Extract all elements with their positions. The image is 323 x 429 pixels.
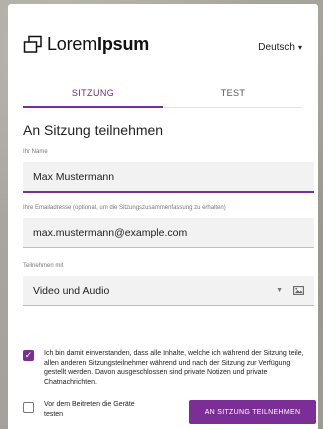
mode-value: Video und Audio <box>33 284 110 297</box>
tab-test[interactable]: TEST <box>163 82 303 107</box>
logo-text: LoremIpsum <box>47 34 150 54</box>
check-icon: ✓ <box>24 350 33 360</box>
name-value: Max Mustermann <box>33 170 115 183</box>
consent-checkbox[interactable]: ✓ <box>23 350 34 361</box>
email-label: Ihre Emailadresse (optional, um die Sitz… <box>23 205 226 211</box>
language-label: Deutsch <box>258 42 295 53</box>
name-label: Ihr Name <box>23 149 48 155</box>
chevron-down-icon: ▼ <box>276 287 283 294</box>
image-icon[interactable] <box>293 286 304 295</box>
join-session-button[interactable]: AN SITZUNG TEILNEHMEN <box>189 400 316 424</box>
bottom-bar: Vor dem Beitreten die Geräte testen AN S… <box>23 400 316 428</box>
tab-bar: SITZUNG TEST <box>23 82 303 108</box>
participation-mode-select[interactable]: Video und Audio ▼ <box>23 276 314 306</box>
name-field[interactable]: Max Mustermann <box>23 162 314 193</box>
window-stack-icon <box>23 35 42 53</box>
consent-text: Ich bin damit einverstanden, dass alle I… <box>44 350 304 386</box>
header: LoremIpsum Deutsch ▾ <box>8 4 318 82</box>
email-value: max.mustermann@example.com <box>33 226 188 239</box>
mode-label: Teilnehmen mit <box>23 263 64 269</box>
email-field[interactable]: max.mustermann@example.com <box>23 218 314 248</box>
test-devices-checkbox[interactable] <box>23 402 34 413</box>
consent-option: ✓ Ich bin damit einverstanden, dass alle… <box>23 349 313 387</box>
test-devices-label: Vor dem Beitreten die Geräte testen <box>44 401 135 418</box>
page-title: An Sitzung teilnehmen <box>23 122 164 138</box>
caret-down-icon: ▾ <box>297 43 302 52</box>
logo: LoremIpsum <box>23 34 149 55</box>
language-select[interactable]: Deutsch ▾ <box>258 42 302 53</box>
tab-sitzung[interactable]: SITZUNG <box>23 82 163 108</box>
join-session-card: LoremIpsum Deutsch ▾ SITZUNG TEST An Sit… <box>8 4 318 429</box>
